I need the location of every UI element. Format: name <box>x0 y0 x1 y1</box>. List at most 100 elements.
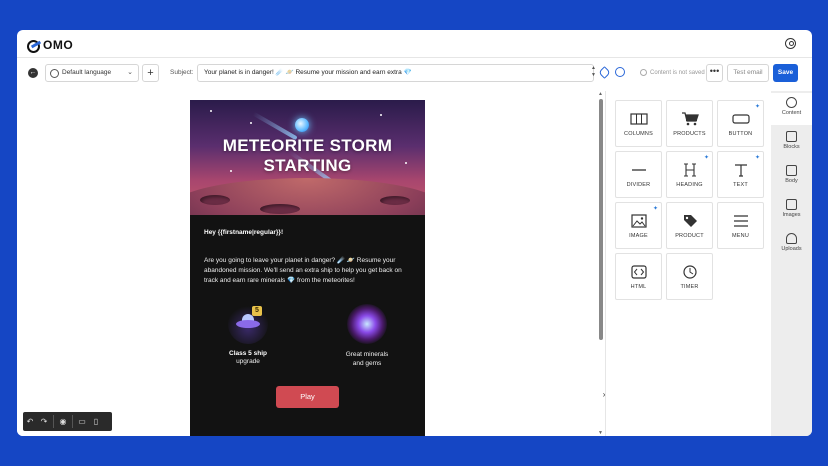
language-value: Default language <box>62 69 112 76</box>
greeting-text: Hey {{firstname|regular}}! <box>204 229 284 236</box>
ai-sparkle-icon: ✦ <box>754 155 760 161</box>
tag-icon <box>683 215 697 227</box>
shapes-icon <box>786 97 797 108</box>
play-button[interactable]: Play <box>276 386 339 408</box>
more-options-button[interactable]: ••• <box>706 64 723 82</box>
body-text-part: from the meteorites! <box>295 277 355 284</box>
logo-text: OMO <box>43 38 74 52</box>
block-label: MENU <box>732 233 749 239</box>
feature-subtitle: and gems <box>352 360 382 367</box>
emoji-icon[interactable] <box>615 67 625 77</box>
block-columns[interactable]: COLUMNS <box>615 100 662 147</box>
text-icon <box>734 164 747 177</box>
block-products[interactable]: PRODUCTS <box>666 100 713 147</box>
feature-title: Great minerals <box>345 351 389 358</box>
tab-body[interactable]: Body <box>771 161 812 193</box>
globe-icon <box>50 68 59 78</box>
ai-sparkle-icon: ✦ <box>703 155 709 161</box>
hero-title-line: METEORITE STORM <box>222 136 393 155</box>
block-image[interactable]: ✦ IMAGE <box>615 202 662 249</box>
save-button[interactable]: Save <box>773 64 798 82</box>
block-label: BUTTON <box>728 131 753 137</box>
menu-icon <box>733 215 748 227</box>
tab-label: Body <box>785 178 798 184</box>
personalization-tag-icon[interactable] <box>598 66 611 79</box>
tab-images[interactable]: Images <box>771 195 812 227</box>
separator <box>72 415 73 428</box>
images-icon <box>786 199 797 210</box>
tab-label: Blocks <box>783 144 800 150</box>
tab-blocks[interactable]: Blocks <box>771 127 812 159</box>
redo-icon[interactable]: ↷ <box>37 412 51 431</box>
logo-mark-icon <box>27 40 41 53</box>
separator <box>53 415 54 428</box>
grid-icon <box>786 131 797 142</box>
tab-label: Content <box>781 110 802 116</box>
code-icon <box>630 265 647 279</box>
logo: OMO <box>27 38 74 53</box>
feature-ship-upgrade: 5 Class 5 ship upgrade <box>198 304 298 366</box>
meteor-icon <box>295 118 309 132</box>
upload-cloud-icon <box>786 233 797 244</box>
save-status: Content is not saved <box>640 69 705 76</box>
language-select[interactable]: Default language ⌄ <box>45 64 139 82</box>
star <box>210 110 212 112</box>
top-bar: OMO <box>17 30 812 58</box>
ufo-body <box>236 320 260 328</box>
heading-icon <box>683 163 696 177</box>
columns-icon <box>629 113 648 125</box>
star <box>380 114 382 116</box>
block-timer[interactable]: TIMER <box>666 253 713 300</box>
content-panel: COLUMNS PRODUCTS ✦ BUTTON DIVIDER ✦ HEAD… <box>605 91 771 436</box>
star <box>250 122 252 124</box>
block-text[interactable]: ✦ TEXT <box>717 151 764 198</box>
button-icon <box>731 114 750 124</box>
preview-eye-icon[interactable]: ◉ <box>56 412 70 431</box>
email-preview[interactable]: METEORITE STORM STARTING Hey {{firstname… <box>190 100 425 436</box>
profile-icon[interactable] <box>785 38 796 49</box>
block-menu[interactable]: MENU <box>717 202 764 249</box>
feature-minerals: Great minerals and gems <box>317 304 417 368</box>
add-language-button[interactable]: + <box>142 64 159 82</box>
crater <box>200 195 230 205</box>
crater <box>260 204 300 214</box>
undo-icon[interactable]: ↶ <box>23 412 37 431</box>
scroll-up-icon[interactable]: ▲ <box>598 91 603 97</box>
toolbar: ← Default language ⌄ + Subject: Your pla… <box>17 63 812 83</box>
hero-title-line: STARTING <box>263 156 352 175</box>
scroll-down-icon[interactable]: ▼ <box>598 430 603 436</box>
tab-label: Images <box>782 212 801 218</box>
subject-gem: 💎 <box>403 69 412 76</box>
subject-label: Subject: <box>170 69 194 76</box>
subject-text: Your planet is in danger! ☄️ 🪐 Resume yo… <box>204 69 404 76</box>
mobile-icon[interactable]: ▯ <box>89 412 103 431</box>
block-divider[interactable]: DIVIDER <box>615 151 662 198</box>
hero-banner[interactable]: METEORITE STORM STARTING <box>190 100 425 215</box>
block-product[interactable]: PRODUCT <box>666 202 713 249</box>
canvas-scrollbar[interactable]: ▲ ▼ <box>598 91 604 436</box>
back-arrow-icon[interactable]: ← <box>28 68 38 78</box>
bottom-toolbar: ↶ ↷ ◉ ▭ ▯ <box>23 412 112 431</box>
subject-stepper[interactable]: ▲ ▼ <box>591 65 596 79</box>
feature-title: Class 5 ship <box>229 350 267 357</box>
block-html[interactable]: HTML <box>615 253 662 300</box>
scroll-thumb[interactable] <box>599 99 603 340</box>
hero-title: METEORITE STORM STARTING <box>190 136 425 176</box>
side-tabs: Content Blocks Body Images Uploads <box>771 91 812 436</box>
block-button[interactable]: ✦ BUTTON <box>717 100 764 147</box>
block-label: COLUMNS <box>624 131 653 137</box>
block-label: IMAGE <box>629 233 648 239</box>
body-gem: 💎 <box>287 277 296 284</box>
layout-icon <box>786 165 797 176</box>
desktop-icon[interactable]: ▭ <box>75 412 89 431</box>
block-label: PRODUCTS <box>673 131 706 137</box>
tab-content[interactable]: Content <box>771 93 812 125</box>
editor-window: OMO ← Default language ⌄ + Subject: Your… <box>17 30 812 436</box>
clock-icon <box>682 265 697 279</box>
tab-uploads[interactable]: Uploads <box>771 229 812 261</box>
test-email-button[interactable]: Test email <box>727 64 769 82</box>
block-heading[interactable]: ✦ HEADING <box>666 151 713 198</box>
subject-input[interactable]: Your planet is in danger! ☄️ 🪐 Resume yo… <box>197 64 594 82</box>
cart-icon <box>681 112 699 126</box>
ai-sparkle-icon: ✦ <box>652 206 658 212</box>
